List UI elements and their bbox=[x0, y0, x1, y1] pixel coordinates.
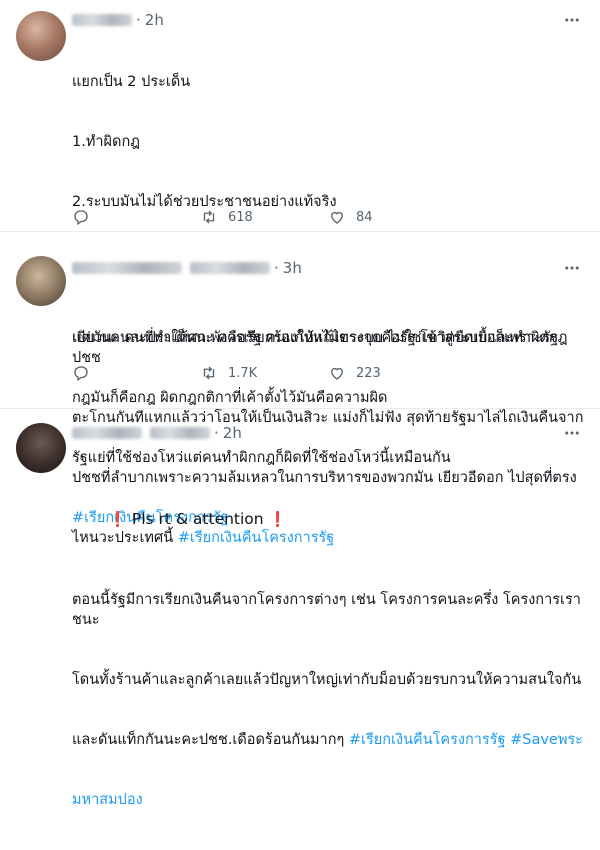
author-name-blurred[interactable] bbox=[72, 262, 182, 274]
tweet-actions: 1.7K 223 bbox=[72, 364, 456, 382]
hashtag-link-continued[interactable]: มหาสมปอง bbox=[72, 790, 584, 810]
tweet[interactable]: · 2h แยกเป็น 2 ประเด็น 1.ทำผิดกฎ 2.ระบบม… bbox=[0, 0, 600, 526]
avatar[interactable] bbox=[16, 423, 66, 473]
reply-icon bbox=[74, 366, 88, 382]
exclamation-icon: ❗ bbox=[268, 512, 287, 528]
reply-button[interactable] bbox=[72, 208, 200, 226]
avatar[interactable] bbox=[16, 11, 66, 61]
more-dots-icon[interactable] bbox=[560, 8, 584, 32]
author-handle-blurred[interactable] bbox=[190, 262, 270, 274]
author-name-blurred[interactable] bbox=[72, 14, 132, 26]
more-dots-icon[interactable] bbox=[560, 421, 584, 445]
hashtag-link[interactable]: #เรียกเงินคืนโครงการรัฐ bbox=[349, 732, 506, 748]
retweet-button[interactable]: 1.7K bbox=[200, 364, 328, 382]
tweet-header: · 2h bbox=[72, 8, 584, 32]
retweet-icon bbox=[203, 366, 215, 380]
heart-icon bbox=[331, 367, 343, 380]
tweet[interactable]: · 3h เยียวนะ คนที่ทำให้ศก.พังคือรัฐ คนแก… bbox=[0, 232, 600, 546]
heart-icon bbox=[331, 211, 343, 224]
retweet-icon bbox=[203, 210, 215, 224]
like-count: 223 bbox=[356, 365, 381, 381]
tweet-header: · 3h bbox=[72, 256, 584, 280]
avatar[interactable] bbox=[16, 256, 66, 306]
tweet[interactable]: · 2h ❗ Pls rt & attention ❗ ตอนนี้รัฐมีก… bbox=[0, 409, 600, 808]
more-dots-icon[interactable] bbox=[560, 256, 584, 280]
retweet-button[interactable]: 618 bbox=[200, 208, 328, 226]
tweet-header: · 2h bbox=[72, 421, 584, 445]
tweet-title: Pls rt & attention bbox=[126, 510, 269, 528]
retweet-count: 1.7K bbox=[228, 365, 258, 381]
timestamp[interactable]: 3h bbox=[283, 259, 302, 277]
like-button[interactable]: 223 bbox=[328, 364, 456, 382]
author-name-blurred[interactable] bbox=[72, 427, 142, 439]
exclamation-icon: ❗ bbox=[108, 512, 127, 528]
timestamp[interactable]: 2h bbox=[223, 424, 242, 442]
reply-button[interactable] bbox=[72, 364, 200, 382]
like-button[interactable]: 84 bbox=[328, 208, 456, 226]
retweet-count: 618 bbox=[228, 209, 253, 225]
tweet-actions: 618 84 bbox=[72, 208, 456, 226]
author-handle-blurred[interactable] bbox=[150, 427, 210, 439]
like-count: 84 bbox=[356, 209, 373, 225]
timestamp[interactable]: 2h bbox=[145, 11, 164, 29]
reply-icon bbox=[74, 210, 88, 226]
hashtag-link[interactable]: #Saveพระ bbox=[510, 732, 583, 748]
tweet-text: ❗ Pls rt & attention ❗ ตอนนี้รัฐมีการเรี… bbox=[72, 510, 584, 810]
